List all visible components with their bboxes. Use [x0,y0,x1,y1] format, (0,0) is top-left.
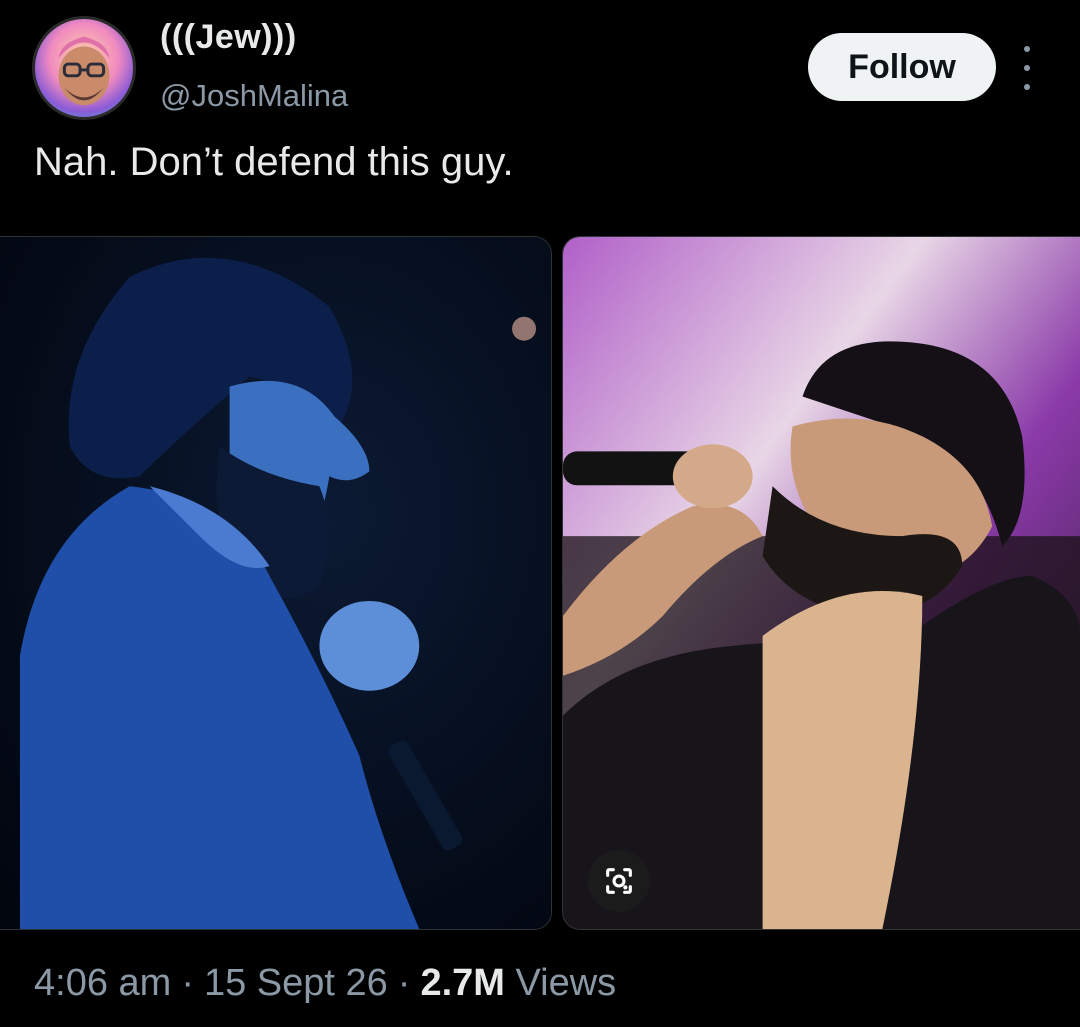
lens-glyph [606,868,632,894]
media-image-right[interactable] [562,236,1080,930]
tweet-date[interactable]: 15 Sept 26 [204,962,388,1004]
views-count: 2.7M [420,962,505,1004]
media-grid [0,236,1080,930]
more-dot [1024,46,1030,52]
author-avatar[interactable] [32,16,136,120]
author-handle[interactable]: @JoshMalina [160,78,348,114]
follow-button[interactable]: Follow [808,33,996,101]
tweet-text: Nah. Don’t defend this guy. [34,140,514,184]
tweet-time[interactable]: 4:06 am [34,962,171,1004]
avatar-face-icon [58,36,110,106]
more-dot [1024,84,1030,90]
separator-dot: · [181,962,194,1004]
google-lens-icon[interactable] [588,850,650,912]
more-dot [1024,65,1030,71]
views-label: Views [515,962,617,1004]
performer-blue-stage-photo [0,237,551,929]
media-image-left[interactable] [0,236,552,930]
separator-dot: · [397,962,411,1004]
author-display-name[interactable]: (((Jew))) [160,18,297,57]
tweet-meta: 4:06 am · 15 Sept 26 · 2.7M Views [34,962,616,1005]
more-vertical-icon[interactable] [1012,46,1042,90]
performer-microphone-photo [563,237,1080,929]
